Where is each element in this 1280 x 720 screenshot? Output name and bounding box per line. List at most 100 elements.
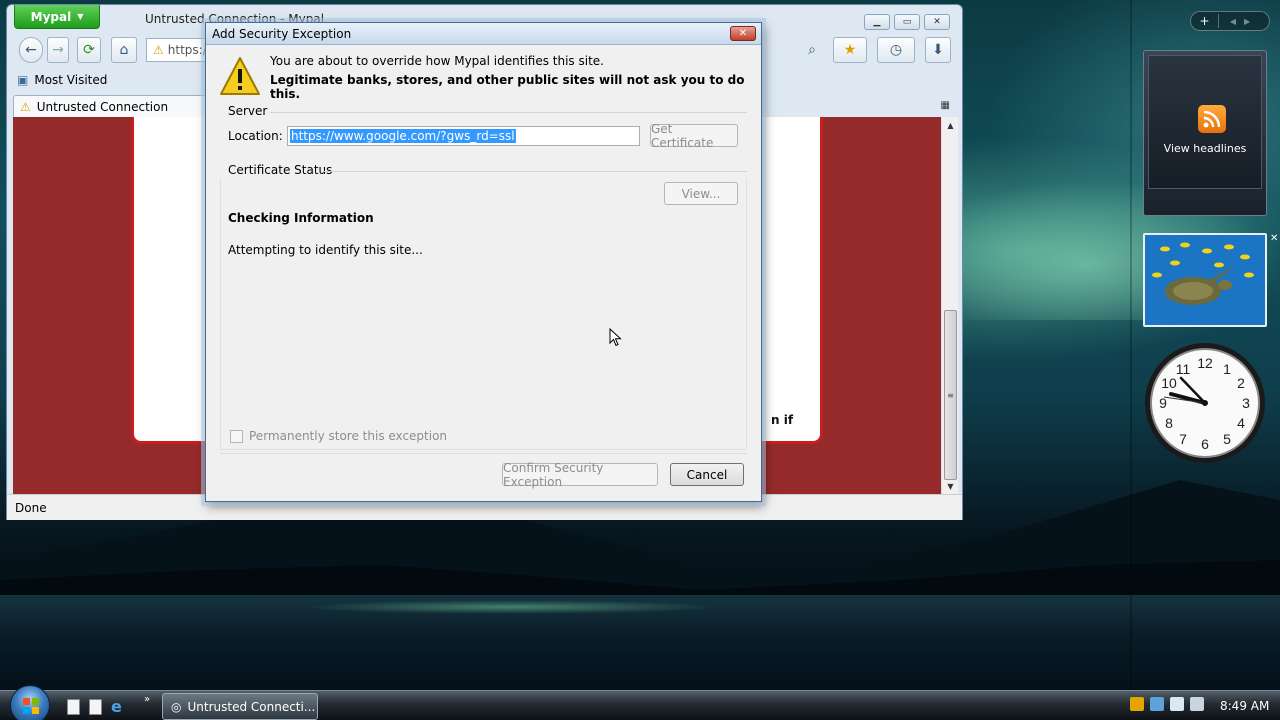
quick-launch-more-icon[interactable]: »: [144, 694, 150, 705]
bookmark-star-icon: ★: [843, 42, 857, 58]
permanent-store-label: Permanently store this exception: [249, 429, 448, 443]
bookmarks-button[interactable]: ★: [833, 37, 867, 63]
tab-title: Untrusted Connection: [36, 99, 169, 114]
partial-page-text: n if: [771, 413, 794, 427]
tab-untrusted-connection[interactable]: ⚠ Untrusted Connection: [13, 95, 209, 117]
ie-icon[interactable]: e: [111, 697, 122, 716]
history-icon: ◷: [889, 42, 903, 58]
network-icon[interactable]: [1150, 697, 1164, 711]
clock-gadget: 12 1 2 3 4 5 6 7 8 9 10 11: [1145, 343, 1265, 463]
home-icon: ⌂: [119, 42, 129, 58]
scroll-up-icon[interactable]: ▲: [942, 117, 959, 133]
divider: [324, 171, 747, 172]
location-input[interactable]: https://www.google.com/?gws_rd=ssl: [287, 126, 640, 146]
svg-text:7: 7: [1179, 431, 1187, 447]
lake-reflection: [300, 600, 720, 614]
dialog-warning-message: Legitimate banks, stores, and other publ…: [270, 73, 745, 101]
add-security-exception-dialog: Add Security Exception ✕ You are about t…: [205, 22, 762, 502]
windows-orb-icon: [23, 698, 39, 714]
app-menu-label: Mypal: [30, 9, 72, 24]
get-certificate-button[interactable]: Get Certificate: [650, 122, 738, 150]
bookmark-label: Most Visited: [34, 73, 108, 87]
rss-icon: [1198, 105, 1226, 133]
close-icon[interactable]: ✕: [1270, 233, 1278, 244]
svg-text:6: 6: [1201, 436, 1209, 452]
svg-text:11: 11: [1176, 361, 1191, 377]
mouse-cursor: [609, 328, 622, 347]
sidebar-gadget-toolbar: + ◀▶: [1190, 11, 1270, 31]
warning-icon: ⚠: [20, 99, 31, 114]
forward-icon: →: [52, 42, 64, 58]
vertical-scrollbar[interactable]: ▲ ≡ ▼: [941, 117, 958, 494]
permanent-store-checkbox[interactable]: [230, 429, 243, 443]
view-headlines-label: View headlines: [1163, 142, 1247, 155]
reload-icon: ⟳: [83, 42, 95, 58]
close-window-button[interactable]: ✕: [924, 14, 950, 30]
display-icon[interactable]: [1170, 697, 1184, 711]
tab-list-icon[interactable]: ▦: [941, 100, 950, 111]
dialog-close-button[interactable]: ✕: [730, 26, 756, 41]
home-button[interactable]: ⌂: [111, 37, 137, 63]
feed-headlines-gadget[interactable]: View headlines: [1143, 50, 1267, 216]
reload-button[interactable]: ⟳: [77, 37, 101, 63]
dialog-title: Add Security Exception: [212, 26, 352, 41]
feed-gadget-panel: View headlines: [1148, 55, 1262, 189]
sidebar-divider: [1130, 0, 1132, 690]
chevron-down-icon: ▼: [77, 12, 84, 21]
system-tray: [1130, 697, 1204, 711]
svg-text:5: 5: [1223, 431, 1231, 447]
divider: [270, 112, 747, 113]
view-button[interactable]: View...: [664, 182, 738, 205]
download-icon: ⬇: [932, 42, 944, 58]
checking-title: Checking Information: [228, 211, 374, 225]
url-text: https:/: [167, 43, 207, 57]
url-bar[interactable]: ⚠ https:/: [146, 38, 207, 62]
dialog-separator: [220, 453, 747, 454]
permanent-store-checkbox-row[interactable]: Permanently store this exception: [230, 429, 447, 443]
taskbar-item-mypal[interactable]: ◎ Untrusted Connecti...: [162, 693, 318, 720]
minimize-button[interactable]: ▁: [864, 14, 890, 30]
svg-text:3: 3: [1242, 395, 1250, 411]
status-text: Done: [15, 500, 47, 515]
back-button[interactable]: ←: [19, 37, 43, 63]
bookmark-folder-icon: ▣: [17, 73, 29, 87]
svg-text:1: 1: [1223, 361, 1231, 377]
add-gadget-button[interactable]: +: [1191, 14, 1219, 28]
history-button[interactable]: ◷: [877, 37, 915, 63]
search-icon: ⌕: [808, 42, 816, 58]
scroll-down-icon[interactable]: ▼: [942, 478, 959, 494]
svg-text:2: 2: [1237, 375, 1245, 391]
taskbar-clock[interactable]: 8:49 AM: [1220, 699, 1269, 713]
scroll-thumb[interactable]: ≡: [944, 310, 957, 480]
shield-icon[interactable]: [1130, 697, 1144, 711]
svg-text:10: 10: [1161, 375, 1177, 391]
warning-icon: [220, 57, 260, 95]
certificate-status-group-label: Certificate Status: [228, 163, 333, 177]
dialog-message: You are about to override how Mypal iden…: [270, 54, 604, 68]
svg-text:12: 12: [1197, 355, 1213, 371]
slideshow-gadget[interactable]: [1143, 233, 1267, 327]
warning-icon: ⚠: [153, 43, 164, 57]
cancel-button[interactable]: Cancel: [670, 463, 744, 486]
turtle-photo: [1145, 235, 1265, 325]
svg-text:4: 4: [1237, 415, 1245, 431]
dialog-titlebar: Add Security Exception ✕: [206, 23, 761, 45]
confirm-security-exception-button[interactable]: Confirm Security Exception: [502, 461, 658, 489]
svg-text:8: 8: [1165, 415, 1173, 431]
switch-windows-icon[interactable]: [89, 699, 102, 715]
app-icon: ◎: [171, 699, 182, 714]
location-label: Location:: [228, 129, 283, 143]
taskbar-item-label: Untrusted Connecti...: [187, 699, 316, 714]
gadget-page-arrows[interactable]: ◀▶: [1219, 17, 1269, 26]
start-button[interactable]: [10, 685, 50, 720]
window-controls: ▁ ▭ ✕: [864, 14, 950, 30]
volume-muted-icon[interactable]: [1190, 697, 1204, 711]
app-menu-button[interactable]: Mypal ▼: [14, 5, 100, 29]
server-group-label: Server: [228, 104, 268, 118]
show-desktop-icon[interactable]: [67, 699, 80, 715]
forward-button[interactable]: →: [47, 37, 69, 63]
bookmark-most-visited[interactable]: ▣ Most Visited: [17, 73, 107, 87]
maximize-button[interactable]: ▭: [894, 14, 920, 30]
downloads-button[interactable]: ⬇: [925, 37, 951, 63]
search-button[interactable]: ⌕: [801, 37, 823, 63]
